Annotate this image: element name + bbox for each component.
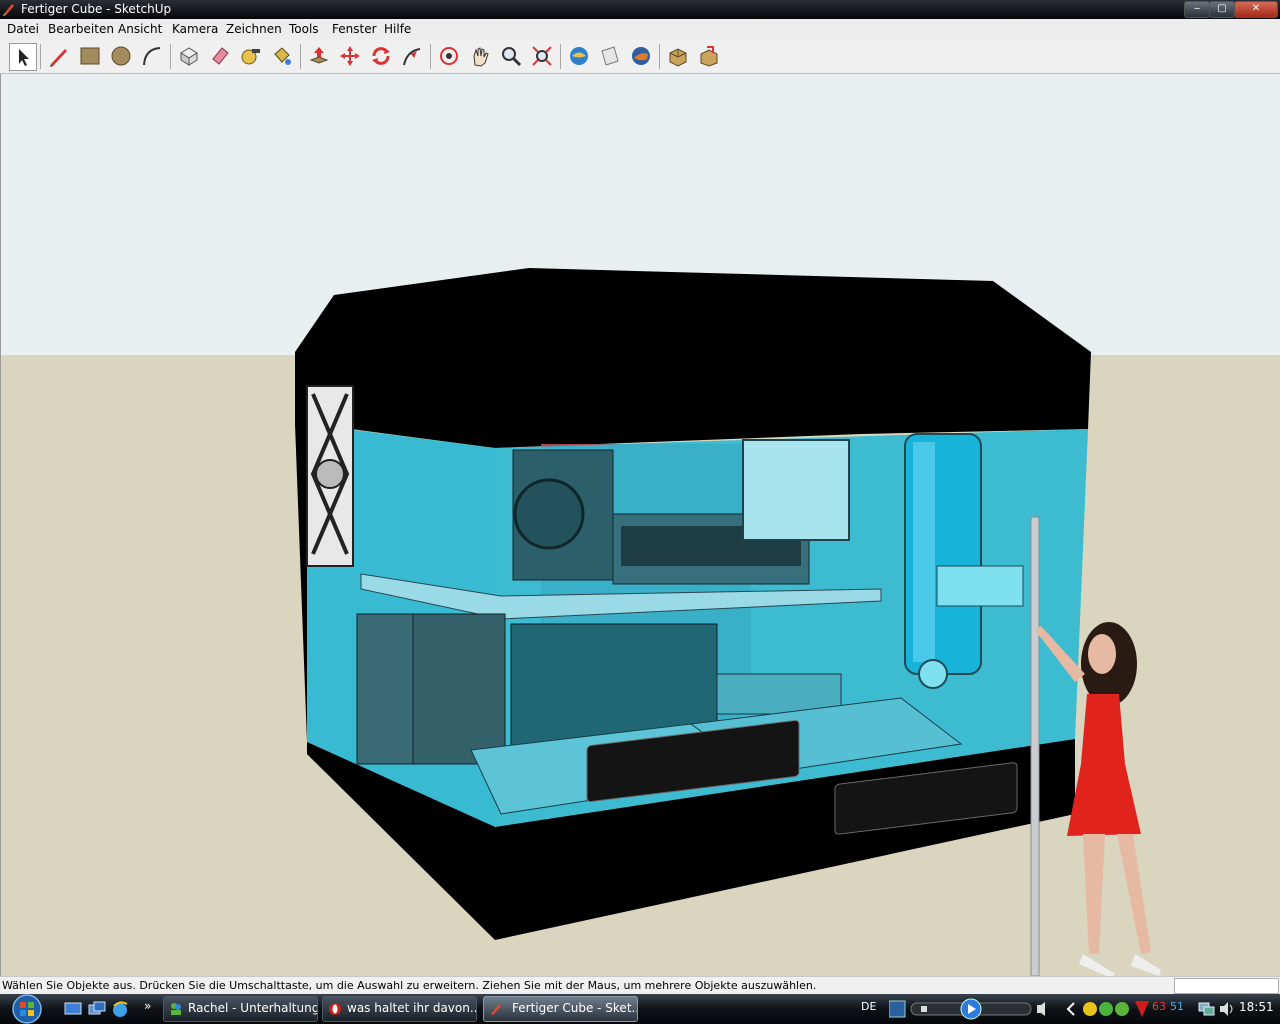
measurements-box[interactable] [1174, 978, 1279, 994]
section-plane-tool-icon [601, 46, 619, 66]
menu-datei[interactable]: Datei [7, 22, 39, 37]
share-model-button[interactable] [696, 43, 722, 69]
get-current-view-icon [570, 47, 588, 65]
rectangle-tool-icon [80, 47, 100, 65]
model-scene[interactable] [1, 74, 1280, 976]
follow-me-tool-button[interactable] [399, 43, 425, 69]
case-top-panel [295, 268, 1091, 448]
tray-meter-a: 63 [1152, 1000, 1166, 1013]
taskbar-button-sketchup[interactable]: Fertiger Cube - Sket... [483, 996, 638, 1022]
eraser-tool-icon [212, 47, 229, 65]
show-desktop-icon[interactable] [64, 1000, 82, 1018]
get-current-view-button[interactable] [566, 43, 592, 69]
tape-measure-tool-button[interactable] [238, 43, 264, 69]
menu-tools[interactable]: Tools [289, 22, 319, 37]
model-viewport[interactable] [0, 74, 1280, 976]
rectangle-tool-button[interactable] [77, 43, 103, 69]
google-earth-toggle-icon [632, 47, 650, 65]
case-fan [306, 385, 354, 567]
status-bar: Wählen Sie Objekte aus. Drücken Sie die … [0, 976, 1280, 995]
circle-tool-button[interactable] [108, 43, 134, 69]
rear-fan [742, 439, 850, 541]
rotate-tool-button[interactable] [368, 43, 394, 69]
get-models-button[interactable] [665, 43, 691, 69]
tray-expand-icon[interactable] [1066, 1002, 1076, 1016]
toolbar-separator [659, 44, 660, 69]
zoom-tool-icon [502, 47, 522, 67]
share-model-icon [700, 46, 718, 67]
move-tool-button[interactable] [337, 43, 363, 69]
window-titlebar[interactable]: Fertiger Cube - SketchUp ‒ ▢ ✕ [0, 0, 1280, 19]
rotate-tool-icon [372, 47, 390, 65]
push-pull-tool-button[interactable] [306, 43, 332, 69]
toolbar-separator [40, 44, 41, 69]
pencil-tool-button[interactable] [46, 43, 72, 69]
menu-bearbeiten[interactable]: Bearbeiten [48, 22, 114, 37]
volume-tray-icon[interactable] [1218, 1000, 1236, 1018]
menu-bar: Datei Bearbeiten Ansicht Kamera Zeichnen… [0, 19, 1280, 41]
menu-zeichnen[interactable]: Zeichnen [226, 22, 282, 37]
start-orb-icon[interactable] [8, 994, 46, 1024]
antivirus-tray-icon[interactable] [1134, 999, 1150, 1019]
network-tray-icon[interactable] [1198, 1000, 1216, 1018]
windows-taskbar: » Rachel - Unterhaltung was haltet ihr d… [0, 994, 1280, 1024]
media-controls-icon [888, 998, 1045, 1020]
main-toolbar [0, 40, 1280, 74]
toolbar-separator [170, 44, 171, 69]
section-plane-tool-button[interactable] [597, 43, 623, 69]
get-models-icon [669, 48, 687, 67]
dance-pole [1030, 516, 1040, 976]
follow-me-tool-icon [403, 48, 421, 66]
zoom-extents-tool-icon [532, 46, 552, 66]
tray-apps-icon[interactable] [1082, 999, 1138, 1019]
circle-tool-icon [111, 46, 131, 66]
orbit-tool-icon [440, 47, 458, 65]
menu-fenster[interactable]: Fenster [332, 22, 377, 37]
taskbar-button-messenger[interactable]: Rachel - Unterhaltung [163, 996, 318, 1022]
arc-tool-button[interactable] [139, 43, 165, 69]
media-player-toolbar[interactable] [888, 997, 1055, 1021]
input-language-indicator[interactable]: DE [861, 1000, 876, 1013]
pencil-line-tool-icon [50, 49, 67, 67]
paint-bucket-tool-icon [274, 47, 291, 65]
google-earth-toggle-button[interactable] [628, 43, 654, 69]
internet-explorer-icon[interactable] [111, 1000, 129, 1018]
select-tool-icon [19, 49, 29, 66]
hard-drive-2 [412, 613, 506, 765]
pan-tool-button[interactable] [467, 43, 493, 69]
sketchup-icon [491, 1004, 501, 1015]
minimize-button[interactable]: ‒ [1184, 1, 1210, 18]
quick-launch-more[interactable]: » [144, 999, 151, 1013]
switch-windows-icon[interactable] [88, 1000, 106, 1018]
make-component-tool-icon [180, 47, 198, 66]
menu-kamera[interactable]: Kamera [172, 22, 218, 37]
toolbar-separator [560, 44, 561, 69]
eraser-tool-button[interactable] [207, 43, 233, 69]
pan-tool-icon [473, 47, 489, 67]
toolbar-separator [430, 44, 431, 69]
messenger-icon [171, 1003, 181, 1015]
menu-ansicht[interactable]: Ansicht [118, 22, 162, 37]
paint-bucket-tool-button[interactable] [269, 43, 295, 69]
maximize-button[interactable]: ▢ [1209, 1, 1235, 18]
system-clock[interactable]: 18:51 [1239, 1000, 1274, 1014]
status-message: Wählen Sie Objekte aus. Drücken Sie die … [2, 979, 817, 992]
taskbar-button-browser[interactable]: was haltet ihr davon... [322, 996, 477, 1022]
make-component-button[interactable] [176, 43, 202, 69]
window-title: Fertiger Cube - SketchUp [21, 2, 172, 16]
arc-tool-icon [143, 47, 161, 66]
sketchup-app-icon [3, 4, 14, 16]
push-pull-tool-icon [309, 47, 329, 64]
select-tool-button[interactable] [9, 43, 37, 71]
zoom-tool-button[interactable] [498, 43, 524, 69]
close-button[interactable]: ✕ [1234, 1, 1278, 18]
opera-browser-icon [329, 1003, 341, 1015]
orbit-tool-button[interactable] [436, 43, 462, 69]
zoom-extents-tool-button[interactable] [529, 43, 555, 69]
move-tool-icon [340, 46, 360, 66]
toolbar-separator [300, 44, 301, 69]
tray-meter-b: 51 [1170, 1000, 1184, 1013]
tape-measure-tool-icon [241, 49, 260, 65]
menu-hilfe[interactable]: Hilfe [384, 22, 411, 37]
